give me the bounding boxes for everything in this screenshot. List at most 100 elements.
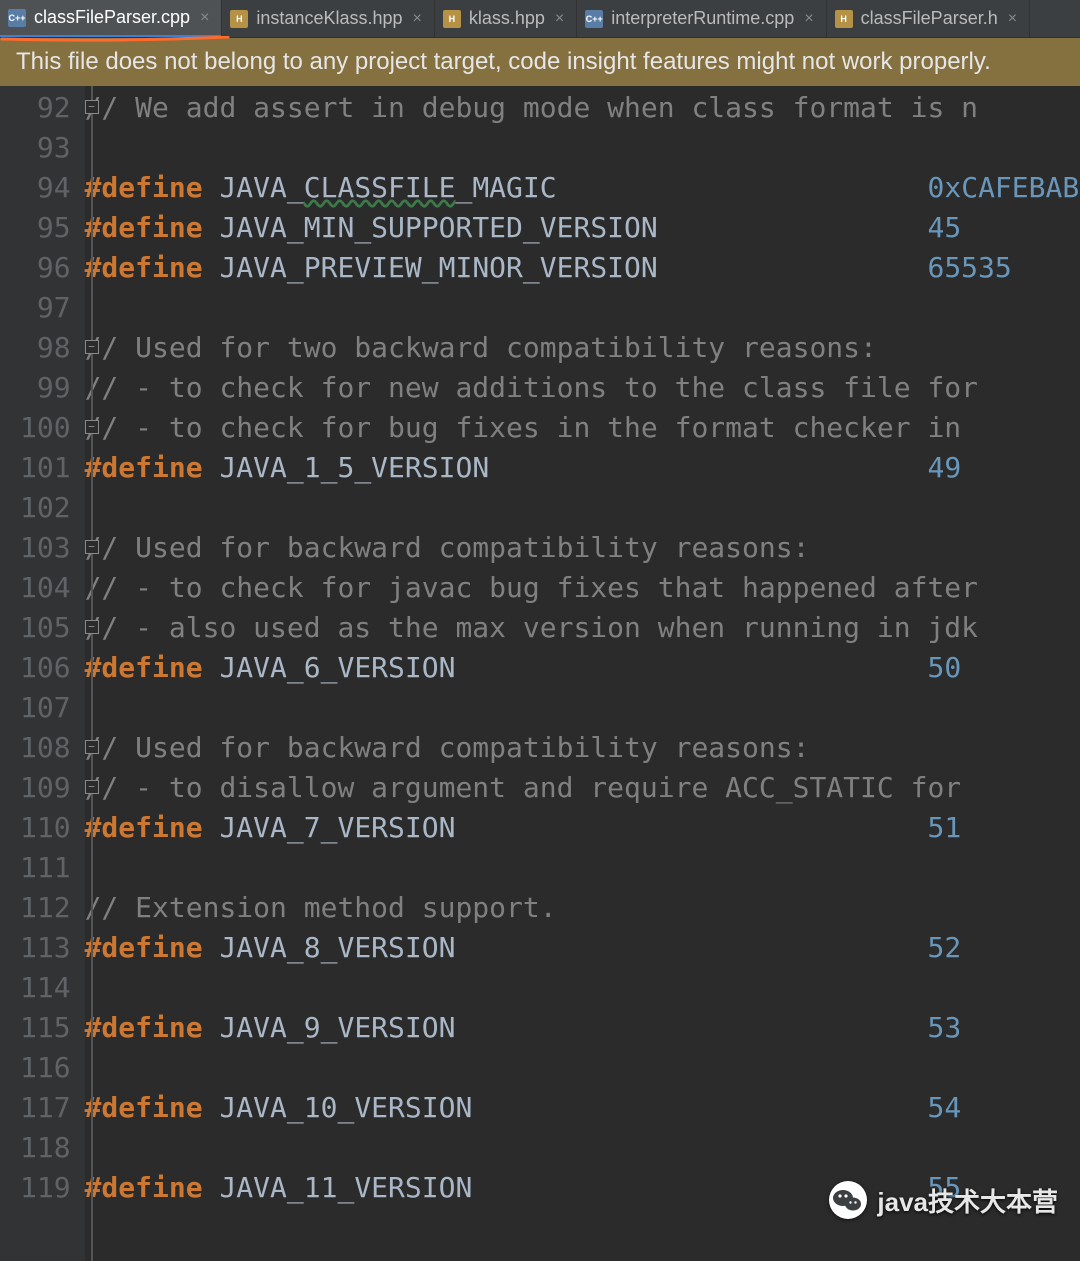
line-number: 113 — [20, 928, 71, 968]
code-line[interactable]: #define JAVA_6_VERSION 50 — [85, 648, 1080, 688]
comment-text: // Used for backward compatibility reaso… — [85, 531, 810, 564]
comment-text: // We add assert in debug mode when clas… — [85, 91, 978, 124]
fold-end-icon[interactable]: − — [85, 620, 99, 634]
code-line[interactable] — [85, 1048, 1080, 1088]
code-line[interactable]: #define JAVA_PREVIEW_MINOR_VERSION 65535 — [85, 248, 1080, 288]
comment-text: // Used for two backward compatibility r… — [85, 331, 877, 364]
line-number-gutter: 9293949596979899100101102103104105106107… — [0, 86, 85, 1261]
line-number: 108 — [20, 728, 71, 768]
line-number: 116 — [20, 1048, 71, 1088]
code-line[interactable]: // Used for backward compatibility reaso… — [85, 728, 1080, 768]
close-icon[interactable]: × — [802, 10, 815, 28]
code-line[interactable]: // Used for two backward compatibility r… — [85, 328, 1080, 368]
macro-value: 51 — [927, 811, 961, 844]
code-line[interactable]: #define JAVA_9_VERSION 53 — [85, 1008, 1080, 1048]
define-keyword: #define — [85, 211, 203, 244]
line-number: 110 — [20, 808, 71, 848]
code-line[interactable]: #define JAVA_11_VERSION 55 — [85, 1168, 1080, 1208]
fold-collapse-icon[interactable]: − — [85, 540, 99, 554]
define-keyword: #define — [85, 251, 203, 284]
code-line[interactable]: #define JAVA_CLASSFILE_MAGIC 0xCAFEBABE — [85, 168, 1080, 208]
fold-end-icon[interactable]: − — [85, 780, 99, 794]
line-number: 97 — [20, 288, 71, 328]
code-line[interactable]: // - to check for new additions to the c… — [85, 368, 1080, 408]
code-line[interactable]: // - also used as the max version when r… — [85, 608, 1080, 648]
tab-instanceklass-hpp[interactable]: HinstanceKlass.hpp× — [222, 0, 434, 37]
code-line[interactable] — [85, 488, 1080, 528]
define-keyword: #define — [85, 1011, 203, 1044]
line-number: 102 — [20, 488, 71, 528]
code-line[interactable] — [85, 128, 1080, 168]
code-line[interactable] — [85, 288, 1080, 328]
macro-name: JAVA_7_VERSION — [219, 811, 927, 844]
macro-value: 50 — [927, 651, 961, 684]
line-number: 107 — [20, 688, 71, 728]
code-line[interactable]: // - to check for javac bug fixes that h… — [85, 568, 1080, 608]
tab-klass-hpp[interactable]: Hklass.hpp× — [435, 0, 577, 37]
code-line[interactable] — [85, 968, 1080, 1008]
fold-collapse-icon[interactable]: − — [85, 740, 99, 754]
code-line[interactable]: // - to check for bug fixes in the forma… — [85, 408, 1080, 448]
code-line[interactable] — [85, 688, 1080, 728]
comment-text: // - also used as the max version when r… — [85, 611, 978, 644]
close-icon[interactable]: × — [411, 10, 424, 28]
define-keyword: #define — [85, 1091, 203, 1124]
line-number: 111 — [20, 848, 71, 888]
scope-warning-banner: This file does not belong to any project… — [0, 38, 1080, 86]
line-number: 95 — [20, 208, 71, 248]
define-keyword: #define — [85, 171, 203, 204]
macro-value: 52 — [927, 931, 961, 964]
macro-value: 0xCAFEBABE — [928, 171, 1080, 204]
code-line[interactable]: #define JAVA_10_VERSION 54 — [85, 1088, 1080, 1128]
fold-end-icon[interactable]: − — [85, 100, 99, 114]
code-line[interactable]: #define JAVA_7_VERSION 51 — [85, 808, 1080, 848]
line-number: 112 — [20, 888, 71, 928]
code-line[interactable]: #define JAVA_MIN_SUPPORTED_VERSION 45 — [85, 208, 1080, 248]
line-number: 106 — [20, 648, 71, 688]
tab-label: interpreterRuntime.cpp — [611, 8, 794, 29]
fold-guide-line — [91, 86, 93, 1261]
macro-value: 55 — [927, 1171, 961, 1204]
code-line[interactable] — [85, 848, 1080, 888]
line-number: 101 — [20, 448, 71, 488]
header-file-icon: H — [443, 10, 461, 28]
macro-value: 65535 — [927, 251, 1011, 284]
comment-text: // Extension method support. — [85, 891, 557, 924]
close-icon[interactable]: × — [553, 10, 566, 28]
code-line[interactable]: // Used for backward compatibility reaso… — [85, 528, 1080, 568]
code-line[interactable]: // - to disallow argument and require AC… — [85, 768, 1080, 808]
code-line[interactable]: // We add assert in debug mode when clas… — [85, 88, 1080, 128]
scope-warning-text: This file does not belong to any project… — [16, 48, 991, 75]
line-number: 104 — [20, 568, 71, 608]
macro-name: JAVA_PREVIEW_MINOR_VERSION — [219, 251, 927, 284]
macro-value: 45 — [927, 211, 961, 244]
code-editor[interactable]: 9293949596979899100101102103104105106107… — [0, 86, 1080, 1261]
line-number: 114 — [20, 968, 71, 1008]
comment-text: // - to check for new additions to the c… — [85, 371, 978, 404]
tab-classfileparser-h[interactable]: HclassFileParser.h× — [827, 0, 1030, 37]
close-icon[interactable]: × — [198, 9, 211, 27]
fold-collapse-icon[interactable]: − — [85, 340, 99, 354]
macro-name: JAVA_6_VERSION — [219, 651, 927, 684]
define-keyword: #define — [85, 451, 203, 484]
macro-value: 49 — [927, 451, 961, 484]
code-line[interactable]: #define JAVA_1_5_VERSION 49 — [85, 448, 1080, 488]
line-number: 100 — [20, 408, 71, 448]
fold-end-icon[interactable]: − — [85, 420, 99, 434]
code-line[interactable]: #define JAVA_8_VERSION 52 — [85, 928, 1080, 968]
tab-classfileparser-cpp[interactable]: C++classFileParser.cpp× — [0, 0, 222, 38]
line-number: 92 — [20, 88, 71, 128]
line-number: 98 — [20, 328, 71, 368]
define-keyword: #define — [85, 931, 203, 964]
line-number: 115 — [20, 1008, 71, 1048]
close-icon[interactable]: × — [1006, 10, 1019, 28]
macro-name: JAVA_8_VERSION — [219, 931, 927, 964]
code-line[interactable]: // Extension method support. — [85, 888, 1080, 928]
line-number: 117 — [20, 1088, 71, 1128]
code-area[interactable]: // We add assert in debug mode when clas… — [85, 86, 1080, 1261]
code-line[interactable] — [85, 1128, 1080, 1168]
macro-value: 53 — [927, 1011, 961, 1044]
tab-interpreterruntime-cpp[interactable]: C++interpreterRuntime.cpp× — [577, 0, 826, 37]
macro-name: JAVA_1_5_VERSION — [219, 451, 927, 484]
tab-strip: C++classFileParser.cpp×HinstanceKlass.hp… — [0, 0, 1080, 38]
